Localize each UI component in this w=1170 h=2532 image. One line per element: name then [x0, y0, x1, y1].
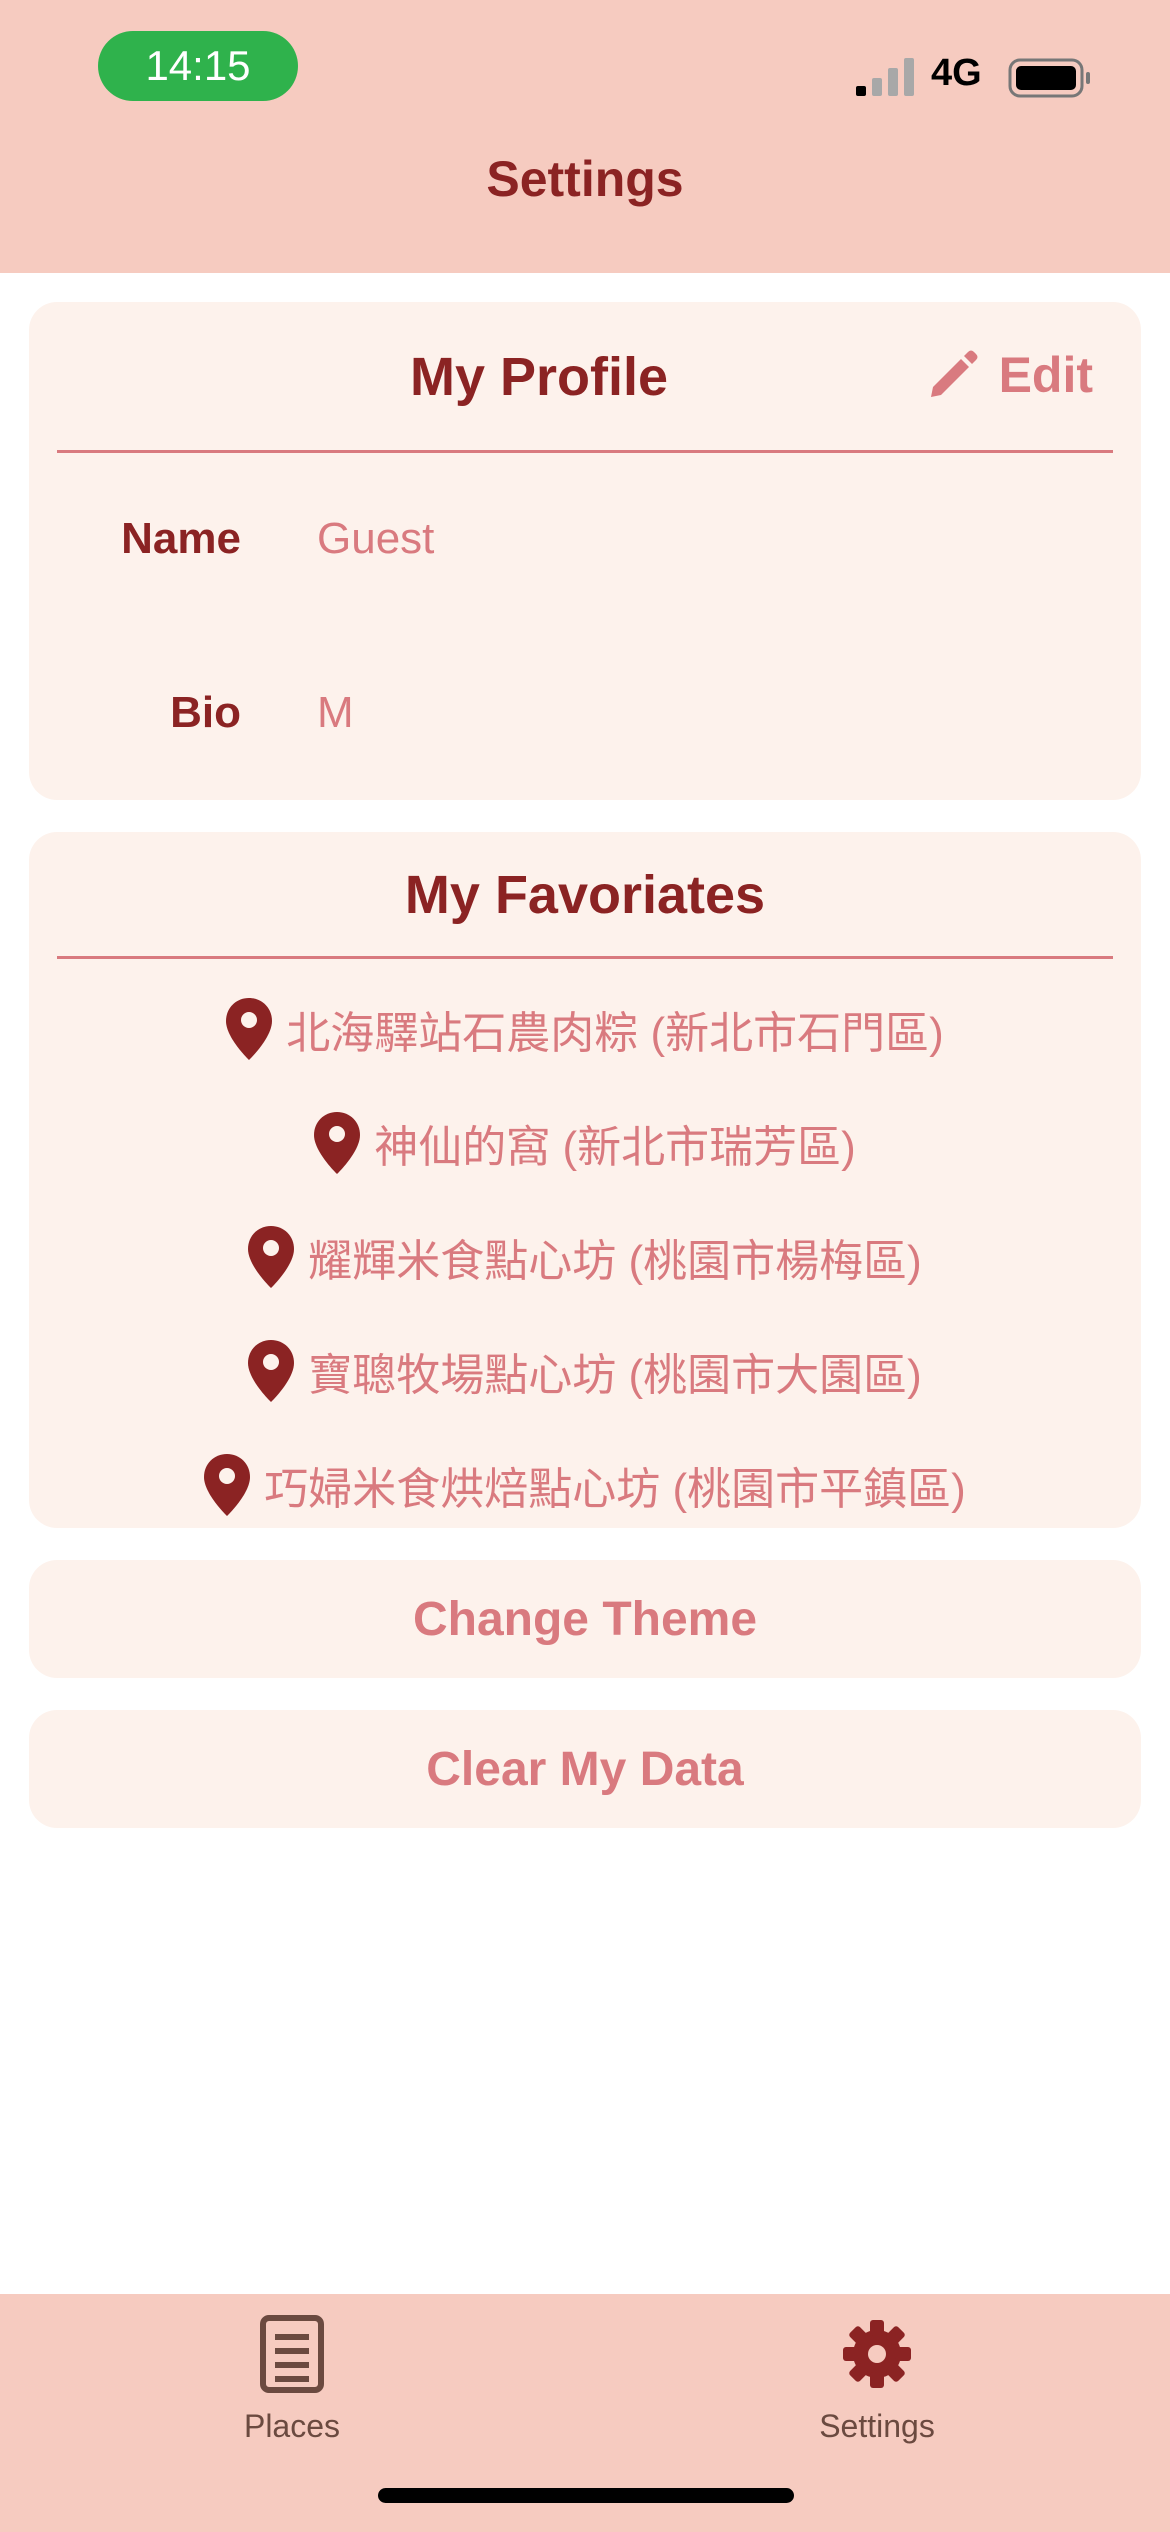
gear-icon — [843, 2320, 911, 2388]
profile-card: My Profile Edit Name Guest Bio M — [29, 302, 1141, 800]
profile-title: My Profile — [409, 347, 669, 407]
pencil-icon — [930, 350, 978, 397]
map-pin-icon — [314, 1112, 361, 1174]
home-indicator — [378, 2488, 794, 2503]
favorite-name: 北海驛站石農肉粽 (新北市石門區) — [286, 1009, 944, 1058]
tab-settings[interactable]: Settings — [727, 2294, 1027, 2445]
favorite-name: 耀輝米食點心坊 (桃園市楊梅區) — [308, 1237, 922, 1286]
tab-places-label: Places — [243, 2408, 341, 2444]
map-pin-icon — [248, 1340, 295, 1402]
network-label: 4G — [931, 52, 982, 94]
list-item[interactable]: 寶聰牧場點心坊 (桃園市大園區) — [29, 1314, 1141, 1428]
name-value: Guest — [317, 514, 435, 563]
list-item[interactable]: 北海驛站石農肉粽 (新北市石門區) — [29, 972, 1141, 1086]
edit-label: Edit — [998, 347, 1093, 403]
change-theme-button[interactable]: Change Theme — [29, 1560, 1141, 1678]
bio-label: Bio — [170, 688, 241, 737]
favorites-card: My Favoriates 北海驛站石農肉粽 (新北市石門區) 神仙的窩 (新北… — [29, 832, 1141, 1528]
bio-value: M — [317, 688, 354, 737]
map-pin-icon — [204, 1454, 251, 1516]
list-item[interactable]: 巧婦米食烘焙點心坊 (桃園市平鎮區) — [29, 1428, 1141, 1542]
document-icon — [260, 2315, 324, 2393]
page-title: Settings — [486, 150, 684, 207]
map-pin-icon — [248, 1226, 295, 1288]
status-bar: 14:15 4G — [0, 0, 1170, 120]
navigation-bar: Settings — [0, 120, 1170, 273]
battery-icon — [1008, 58, 1090, 98]
name-label: Name — [121, 514, 241, 563]
favorite-name: 巧婦米食烘焙點心坊 (桃園市平鎮區) — [264, 1465, 966, 1514]
favorites-list: 北海驛站石農肉粽 (新北市石門區) 神仙的窩 (新北市瑞芳區) 耀輝米食點心坊 … — [29, 972, 1141, 1542]
favorites-title: My Favoriates — [404, 865, 766, 925]
profile-divider — [57, 450, 1113, 453]
tab-settings-label: Settings — [819, 2408, 935, 2444]
list-item[interactable]: 神仙的窩 (新北市瑞芳區) — [29, 1086, 1141, 1200]
tab-places[interactable]: Places — [142, 2294, 442, 2445]
favorite-name: 寶聰牧場點心坊 (桃園市大園區) — [308, 1351, 922, 1400]
status-time: 14:15 — [98, 31, 298, 101]
favorites-divider — [57, 956, 1113, 959]
favorite-name: 神仙的窩 (新北市瑞芳區) — [374, 1123, 856, 1172]
signal-icon — [856, 58, 914, 96]
list-item[interactable]: 耀輝米食點心坊 (桃園市楊梅區) — [29, 1200, 1141, 1314]
map-pin-icon — [226, 998, 273, 1060]
edit-button[interactable]: Edit — [925, 346, 1093, 404]
clear-data-button[interactable]: Clear My Data — [29, 1710, 1141, 1828]
